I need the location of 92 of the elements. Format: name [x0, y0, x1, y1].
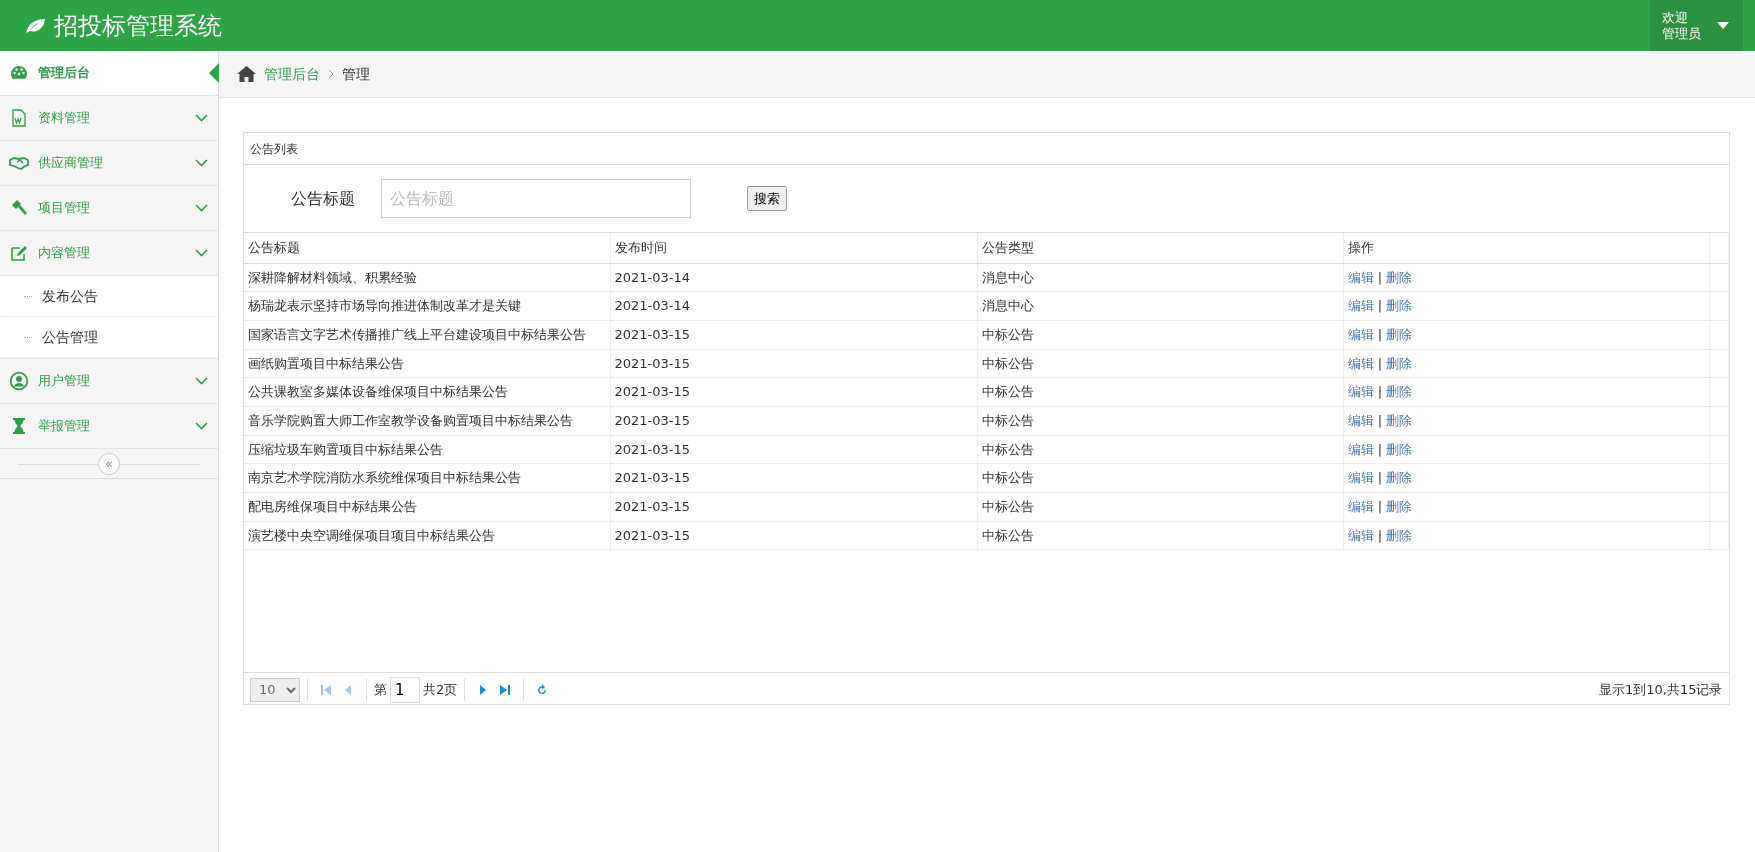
table-cell: 杨瑞龙表示坚持市场导向推进体制改革才是关键: [244, 291, 610, 321]
delete-link[interactable]: 删除: [1386, 470, 1413, 486]
table-cell: 中标公告: [977, 349, 1343, 378]
table-cell: 消息中心: [977, 263, 1343, 292]
chevron-icon: [328, 69, 334, 79]
edit-link[interactable]: 编辑: [1347, 470, 1374, 486]
edit-link[interactable]: 编辑: [1347, 269, 1374, 285]
table-cell: 2021-03-15: [610, 377, 977, 407]
table-cell: 南京艺术学院消防水系统维保项目中标结果公告: [244, 463, 610, 493]
delete-link[interactable]: 删除: [1386, 326, 1413, 342]
edit-link[interactable]: 编辑: [1347, 441, 1374, 457]
breadcrumb-current: 管理: [342, 64, 370, 84]
link-separator: |: [1377, 527, 1383, 543]
table-cell: 2021-03-15: [610, 521, 977, 550]
column-header: 发布时间: [610, 233, 977, 263]
edit-icon: [9, 243, 29, 263]
table-cell: 中标公告: [977, 406, 1343, 436]
column-header: 公告类型: [977, 233, 1343, 263]
link-separator: |: [1377, 413, 1383, 429]
page-number-field[interactable]: 1: [390, 676, 420, 703]
table-cell: 2021-03-15: [610, 406, 977, 436]
table-cell: 公共课教室多媒体设备维保项目中标结果公告: [244, 377, 610, 407]
refresh-icon[interactable]: [537, 683, 548, 696]
user-name: 管理员: [1662, 25, 1701, 42]
sidebar-subitem[interactable]: 公告管理: [0, 317, 218, 358]
sidebar-subitem[interactable]: 发布公告: [0, 276, 218, 317]
collapse-button[interactable]: «: [98, 452, 120, 475]
document-icon: [9, 108, 29, 128]
user-menu[interactable]: 欢迎 管理员: [1650, 0, 1743, 51]
page-label: 第: [374, 680, 387, 699]
table-cell: 2021-03-14: [610, 263, 977, 292]
delete-link[interactable]: 删除: [1386, 269, 1413, 285]
table-cell: 中标公告: [977, 492, 1343, 522]
table-cell: 2021-03-14: [610, 291, 977, 321]
edit-link[interactable]: 编辑: [1347, 413, 1374, 429]
edit-link[interactable]: 编辑: [1347, 527, 1374, 543]
breadcrumb-link[interactable]: 管理后台: [264, 63, 320, 85]
search-button[interactable]: 搜索: [747, 185, 787, 212]
table-cell: 中标公告: [977, 320, 1343, 350]
home-icon: [237, 66, 256, 82]
delete-link[interactable]: 删除: [1386, 298, 1413, 314]
table-cell: 中标公告: [977, 435, 1343, 464]
table-cell: 消息中心: [977, 291, 1343, 321]
field-label: 公告标题: [290, 187, 356, 210]
column-header: 操作: [1343, 233, 1709, 263]
link-separator: |: [1377, 384, 1383, 400]
link-separator: |: [1377, 298, 1383, 314]
link-separator: |: [1377, 269, 1383, 285]
app-title: 招投标管理系统: [54, 10, 222, 42]
table-cell: 压缩垃圾车购置项目中标结果公告: [244, 435, 610, 464]
table-cell: 中标公告: [977, 377, 1343, 407]
table-cell: 画纸购置项目中标结果公告: [244, 349, 610, 378]
edit-link[interactable]: 编辑: [1347, 499, 1374, 515]
panel-title: 公告列表: [250, 140, 298, 158]
link-separator: |: [1377, 499, 1383, 515]
edit-link[interactable]: 编辑: [1347, 384, 1374, 400]
table-cell: 2021-03-15: [610, 492, 977, 522]
delete-link[interactable]: 删除: [1386, 413, 1413, 429]
table-cell: 演艺楼中央空调维保项目项目中标结果公告: [244, 521, 610, 550]
caret-icon: [1717, 22, 1729, 29]
page-total: 共2页: [423, 680, 458, 699]
delete-link[interactable]: 删除: [1386, 355, 1413, 371]
table-cell: 国家语言文字艺术传播推广线上平台建设项目中标结果公告: [244, 320, 610, 350]
edit-link[interactable]: 编辑: [1347, 326, 1374, 342]
edit-link[interactable]: 编辑: [1347, 355, 1374, 371]
last-page-icon[interactable]: [500, 683, 511, 696]
table-cell: 音乐学院购置大师工作室教学设备购置项目中标结果公告: [244, 406, 610, 436]
delete-link[interactable]: 删除: [1386, 527, 1413, 543]
page-size-select[interactable]: 10: [250, 677, 300, 702]
delete-link[interactable]: 删除: [1386, 384, 1413, 400]
delete-link[interactable]: 删除: [1386, 441, 1413, 457]
leaf-icon: [24, 16, 46, 35]
edit-link[interactable]: 编辑: [1347, 298, 1374, 314]
table-cell: 中标公告: [977, 521, 1343, 550]
table-cell: 配电房维保项目中标结果公告: [244, 492, 610, 522]
delete-link[interactable]: 删除: [1386, 499, 1413, 515]
link-separator: |: [1377, 470, 1383, 486]
link-separator: |: [1377, 326, 1383, 342]
link-separator: |: [1377, 355, 1383, 371]
user-icon: [9, 371, 29, 391]
table-cell: 2021-03-15: [610, 320, 977, 350]
search-field[interactable]: 公告标题: [381, 179, 691, 218]
table-cell: 中标公告: [977, 463, 1343, 493]
link-separator: |: [1377, 441, 1383, 457]
table-cell: 2021-03-15: [610, 435, 977, 464]
greeting-text: 欢迎: [1662, 9, 1689, 26]
sidebar-item[interactable]: 管理后台: [0, 51, 218, 96]
table-cell: 深耕降解材料领域、积累经验: [244, 263, 610, 292]
table-cell: 2021-03-15: [610, 349, 977, 378]
column-header: 公告标题: [244, 233, 610, 263]
table-cell: 2021-03-15: [610, 463, 977, 493]
record-summary: 显示1到10,共15记录: [1599, 680, 1723, 699]
